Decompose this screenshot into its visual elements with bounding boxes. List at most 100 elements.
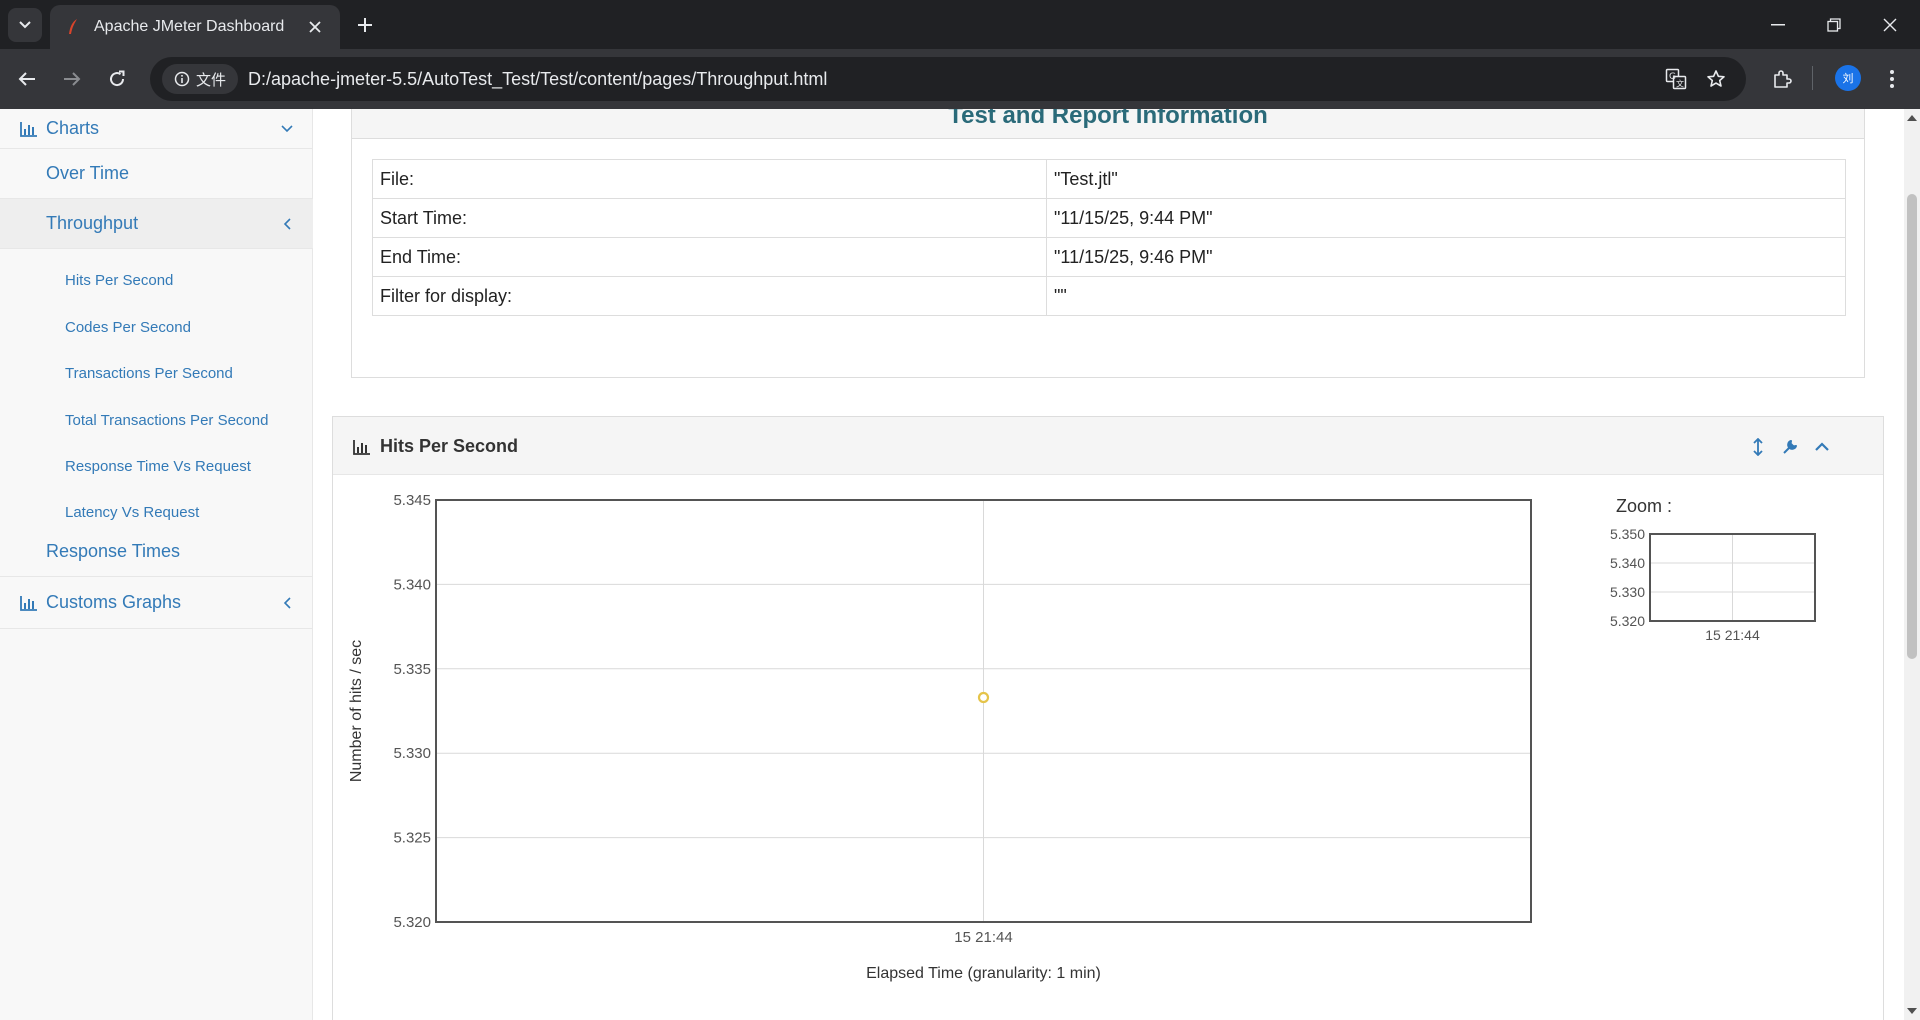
info-value-cell: "11/15/25, 9:44 PM" (1046, 198, 1846, 238)
sidebar-item-label: Response Time Vs Request (65, 457, 251, 475)
arrow-right-icon (64, 72, 81, 86)
scroll-thumb[interactable] (1907, 194, 1917, 659)
info-value-cell: "11/15/25, 9:46 PM" (1046, 237, 1846, 277)
browser-tab[interactable]: Apache JMeter Dashboard (50, 5, 340, 49)
y-axis-label: Number of hits / sec (348, 640, 365, 782)
page-scrollbar[interactable] (1904, 109, 1920, 1020)
hits-per-second-panel: Hits Per Second 5.320 5.325 5.330 5.335 5.34… (332, 416, 1884, 1020)
y-tick-label: 5.320 (393, 914, 431, 931)
sidebar: Charts Over Time Throughput Hits Per Sec… (0, 109, 313, 1020)
minimize-icon (1771, 23, 1785, 25)
translate-icon[interactable]: G文 (1662, 65, 1690, 93)
sidebar-item-latency-vs-request[interactable]: Latency Vs Request (0, 499, 313, 525)
bar-chart-icon (20, 121, 37, 137)
x-tick-label: 15 21:44 (954, 929, 1012, 946)
svg-text:G: G (1669, 72, 1676, 82)
info-key-cell: File: (372, 159, 1047, 199)
url-text[interactable]: D:/apache-jmeter-5.5/AutoTest_Test/Test/… (248, 69, 827, 90)
sidebar-item-label: Throughput (46, 213, 139, 233)
chevron-left-icon (281, 217, 293, 230)
extensions-button[interactable] (1766, 63, 1798, 95)
profile-avatar[interactable]: 刘 (1835, 65, 1861, 91)
address-bar[interactable]: 文件 D:/apache-jmeter-5.5/AutoTest_Test/Te… (150, 57, 1746, 101)
chart-panel-title: Hits Per Second (380, 436, 519, 456)
y-tick-label: 5.345 (393, 492, 431, 509)
site-chip-label: 文件 (196, 71, 227, 89)
sidebar-item-label: Charts (46, 118, 100, 138)
sidebar-item-label: Latency Vs Request (65, 503, 200, 521)
more-vertical-icon (1890, 70, 1894, 88)
tab-list-button[interactable] (8, 8, 42, 42)
close-icon (1883, 18, 1897, 31)
info-table-row: Filter for display: "" (372, 276, 1846, 316)
y-tick-label: 5.335 (393, 661, 431, 678)
plus-icon (358, 18, 372, 32)
bar-chart-icon (353, 440, 370, 455)
scroll-down-arrow-icon[interactable] (1907, 1006, 1917, 1016)
forward-button[interactable] (56, 63, 88, 95)
info-key-cell: End Time: (372, 237, 1047, 277)
zoom-overview-chart[interactable]: 5.320 5.330 5.340 5.350 15 21:44 (1603, 517, 1833, 667)
test-report-info-panel: Test and Report Information File: "Test.j… (351, 109, 1865, 378)
info-key-cell: Start Time: (372, 198, 1047, 238)
scroll-up-arrow-icon[interactable] (1907, 113, 1917, 123)
chevron-down-icon (19, 21, 31, 29)
sidebar-item-over-time[interactable]: Over Time (0, 149, 313, 199)
sidebar-item-hits-per-second[interactable]: Hits Per Second (0, 267, 313, 293)
info-key-cell: Filter for display: (372, 276, 1047, 316)
info-table-row: File: "Test.jtl" (372, 159, 1846, 199)
browser-menu-button[interactable] (1876, 63, 1908, 95)
page-viewport: Charts Over Time Throughput Hits Per Sec… (0, 109, 1920, 1020)
wrench-icon[interactable] (1780, 437, 1800, 457)
sidebar-item-label: Total Transactions Per Second (65, 411, 269, 429)
reload-button[interactable] (101, 63, 133, 95)
close-window-button[interactable] (1862, 0, 1918, 49)
restore-button[interactable] (1806, 0, 1862, 49)
x-tick-label: 15 21:44 (1705, 627, 1760, 643)
y-tick-label: 5.320 (1610, 613, 1645, 629)
puzzle-icon (1774, 70, 1792, 88)
data-point (977, 691, 990, 704)
sidebar-item-charts[interactable]: Charts (0, 109, 313, 149)
info-value-cell: "Test.jtl" (1046, 159, 1846, 199)
minimize-button[interactable] (1750, 0, 1806, 49)
bookmark-star-icon[interactable] (1702, 65, 1730, 93)
restore-icon (1827, 17, 1841, 32)
sidebar-item-label: Codes Per Second (65, 318, 191, 336)
y-tick-label: 5.340 (393, 576, 431, 593)
x-axis-label: Elapsed Time (granularity: 1 min) (866, 965, 1101, 982)
browser-toolbar: 文件 D:/apache-jmeter-5.5/AutoTest_Test/Te… (0, 49, 1920, 109)
chevron-up-icon[interactable] (1812, 437, 1832, 457)
sidebar-item-transactions-per-second[interactable]: Transactions Per Second (0, 360, 313, 386)
info-icon (174, 71, 190, 87)
back-button[interactable] (11, 63, 43, 95)
sidebar-item-response-times[interactable]: Response Times (0, 527, 313, 577)
sidebar-item-label: Over Time (46, 163, 130, 183)
chart-panel-heading: Hits Per Second (333, 417, 1883, 475)
arrow-left-icon (18, 72, 35, 86)
y-tick-label: 5.330 (393, 745, 431, 762)
chevron-down-icon (281, 123, 293, 135)
sidebar-item-codes-per-second[interactable]: Codes Per Second (0, 314, 313, 340)
jmeter-feather-icon (64, 18, 82, 36)
info-table-row: Start Time: "11/15/25, 9:44 PM" (372, 198, 1846, 238)
new-tab-button[interactable] (350, 12, 380, 38)
sidebar-item-total-transactions-per-second[interactable]: Total Transactions Per Second (0, 407, 313, 433)
y-tick-label: 5.325 (393, 830, 431, 847)
sidebar-item-label: Customs Graphs (46, 592, 182, 612)
info-panel-title: Test and Report Information (948, 109, 1268, 129)
sidebar-item-throughput[interactable]: Throughput (0, 199, 313, 249)
sidebar-item-customs-graphs[interactable]: Customs Graphs (0, 577, 313, 629)
tab-bar: Apache JMeter Dashboard (0, 0, 1920, 49)
info-panel-heading: Test and Report Information (352, 109, 1864, 139)
site-info-chip[interactable]: 文件 (162, 64, 239, 94)
hits-per-second-chart[interactable]: 5.320 5.325 5.330 5.335 5.340 5.345 15 21:44 El… (333, 475, 1593, 1015)
reload-icon (110, 70, 125, 87)
close-tab-icon[interactable] (304, 16, 326, 38)
resize-vertical-icon[interactable] (1748, 437, 1768, 457)
toolbar-separator (1812, 66, 1813, 90)
sidebar-item-response-time-vs-request[interactable]: Response Time Vs Request (0, 453, 313, 479)
y-tick-label: 5.330 (1610, 584, 1645, 600)
zoom-label: Zoom : (1616, 496, 1673, 516)
info-value-cell: "" (1046, 276, 1846, 316)
